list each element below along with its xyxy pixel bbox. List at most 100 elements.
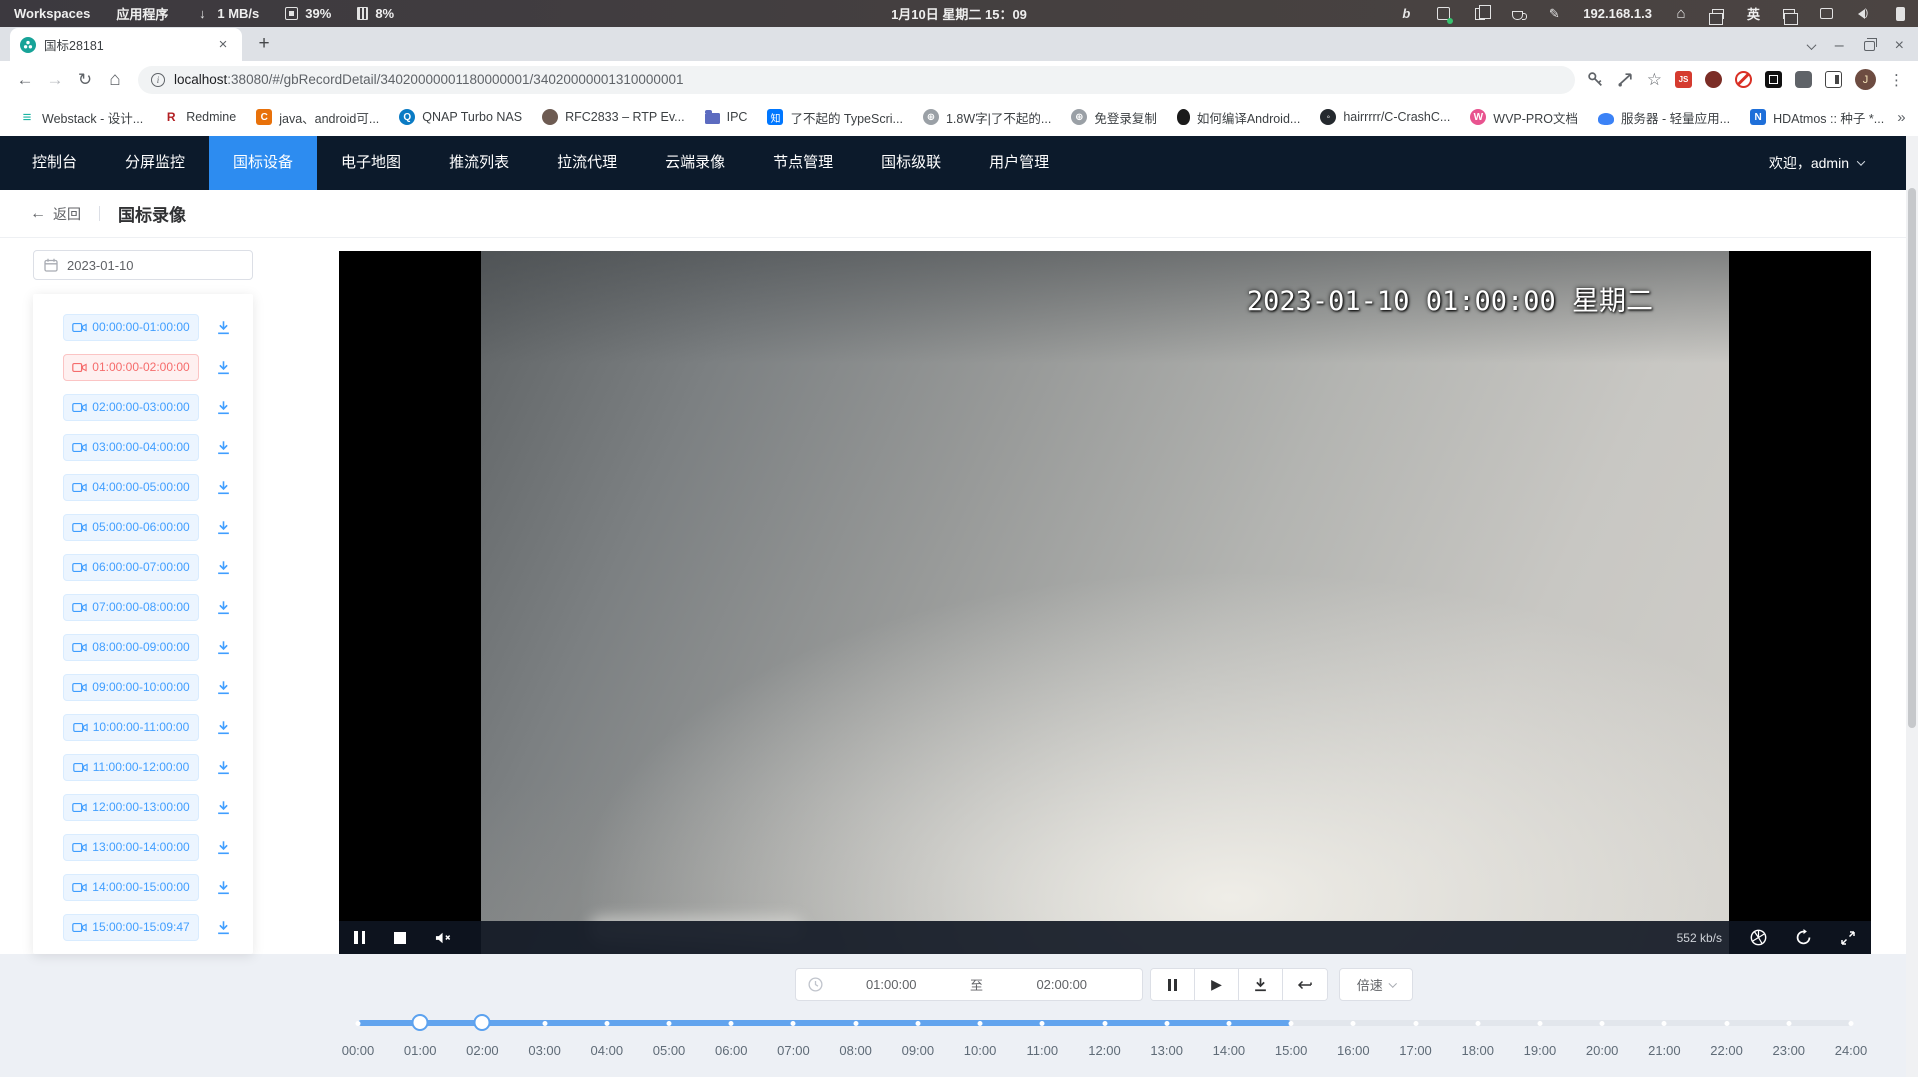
- new-tab-button[interactable]: +: [250, 30, 278, 58]
- nav-item[interactable]: 分屏监控: [101, 136, 209, 190]
- segment-download-button[interactable]: [216, 800, 231, 815]
- tab-close-button[interactable]: ×: [214, 36, 232, 54]
- page-scrollbar[interactable]: [1906, 136, 1918, 1077]
- player-mute-icon[interactable]: [435, 931, 452, 945]
- pause-button[interactable]: [1151, 969, 1195, 1000]
- ip-address-indicator[interactable]: 192.168.1.3: [1583, 6, 1652, 21]
- nav-item[interactable]: 拉流代理: [533, 136, 641, 190]
- nav-item[interactable]: 控制台: [8, 136, 101, 190]
- player-refresh-icon[interactable]: [1795, 929, 1812, 946]
- play-button[interactable]: ▶: [1195, 969, 1239, 1000]
- bookmark-free-copy[interactable]: ⊕免登录复制: [1064, 105, 1164, 130]
- segment-button[interactable]: 08:00:00-09:00:00: [63, 634, 199, 661]
- url-omnibox[interactable]: i localhost:38080/#/gbRecordDetail/34020…: [138, 66, 1575, 94]
- segment-download-button[interactable]: [216, 720, 231, 735]
- display-icon[interactable]: [1818, 6, 1834, 22]
- scrollbar-thumb[interactable]: [1908, 188, 1916, 728]
- bookmark-github-crash[interactable]: ◦hairrrrr/C-CrashC...: [1313, 106, 1457, 128]
- segment-button[interactable]: 03:00:00-04:00:00: [63, 434, 199, 461]
- nav-item[interactable]: 国标级联: [857, 136, 965, 190]
- side-panel-icon[interactable]: [1825, 71, 1842, 88]
- bookmark-qnap[interactable]: QQNAP Turbo NAS: [392, 106, 529, 128]
- segment-button[interactable]: 15:00:00-15:09:47: [63, 914, 199, 941]
- segment-download-button[interactable]: [216, 920, 231, 935]
- home-tray-icon[interactable]: ⌂: [1673, 6, 1689, 22]
- browser-tab[interactable]: 国标28181 ×: [10, 28, 242, 61]
- segment-download-button[interactable]: [216, 480, 231, 495]
- segment-download-button[interactable]: [216, 840, 231, 855]
- applications-button[interactable]: 应用程序: [116, 4, 168, 23]
- segment-download-button[interactable]: [216, 520, 231, 535]
- reload-icon[interactable]: ↻: [70, 65, 100, 95]
- segment-button[interactable]: 09:00:00-10:00:00: [63, 674, 199, 701]
- step-back-button[interactable]: [1283, 969, 1327, 1000]
- extension-drink-icon[interactable]: [1705, 71, 1722, 88]
- passwords-key-icon[interactable]: [1587, 71, 1604, 88]
- browser-menu-icon[interactable]: ⋮: [1889, 71, 1904, 89]
- segment-button[interactable]: 13:00:00-14:00:00: [63, 834, 199, 861]
- bookmark-compile-android[interactable]: 如何编译Android...: [1170, 105, 1308, 130]
- segment-button[interactable]: 06:00:00-07:00:00: [63, 554, 199, 581]
- extension-dark-reader-icon[interactable]: [1765, 71, 1782, 88]
- window-close-button[interactable]: ×: [1895, 37, 1904, 55]
- color-picker-tray-icon[interactable]: ✎: [1546, 6, 1562, 22]
- player-stop-button[interactable]: [394, 932, 406, 944]
- user-menu[interactable]: 欢迎，admin: [1769, 153, 1864, 173]
- window-minimize-button[interactable]: –: [1835, 37, 1844, 55]
- forward-nav-icon[interactable]: →: [40, 65, 70, 95]
- segment-button[interactable]: 05:00:00-06:00:00: [63, 514, 199, 541]
- workspaces-button[interactable]: Workspaces: [14, 6, 90, 21]
- timeline-start-handle[interactable]: [412, 1014, 429, 1031]
- segment-download-button[interactable]: [216, 320, 231, 335]
- bookmark-star-icon[interactable]: ☆: [1647, 70, 1662, 90]
- window-tile-icon[interactable]: [1781, 6, 1797, 22]
- cpu-usage-indicator[interactable]: 39%: [285, 6, 331, 21]
- extensions-puzzle-icon[interactable]: [1795, 71, 1812, 88]
- segment-download-button[interactable]: [216, 680, 231, 695]
- segment-button[interactable]: 02:00:00-03:00:00: [63, 394, 199, 421]
- clipboard-tray-icon[interactable]: [1472, 6, 1488, 22]
- nav-item[interactable]: 用户管理: [965, 136, 1073, 190]
- extension-js-icon[interactable]: JS: [1675, 71, 1692, 88]
- nav-item[interactable]: 节点管理: [749, 136, 857, 190]
- timeline-slider[interactable]: 00:0001:0002:0003:0004:0005:0006:0007:00…: [358, 1016, 1851, 1074]
- nav-item[interactable]: 国标设备: [209, 136, 317, 190]
- segment-button[interactable]: 10:00:00-11:00:00: [63, 714, 199, 741]
- end-time-value[interactable]: 02:00:00: [994, 977, 1131, 992]
- bookmark-webstack[interactable]: ≡Webstack - 设计...: [12, 105, 150, 130]
- bookmark-java-android[interactable]: Cjava、android可...: [249, 105, 386, 130]
- workspaces-tray-icon[interactable]: [1710, 6, 1726, 22]
- time-range-input[interactable]: 01:00:00 至 02:00:00: [795, 968, 1143, 1001]
- extension-blocker-icon[interactable]: [1735, 71, 1752, 88]
- back-nav-icon[interactable]: ←: [10, 65, 40, 95]
- network-speed-indicator[interactable]: ↓ 1 MB/s: [194, 6, 259, 22]
- memory-usage-indicator[interactable]: 8%: [357, 6, 394, 21]
- bookmark-hdatmos[interactable]: NHDAtmos :: 种子 *...: [1743, 105, 1891, 130]
- battery-icon[interactable]: [1892, 6, 1908, 22]
- share-icon[interactable]: [1617, 71, 1634, 88]
- segment-download-button[interactable]: [216, 600, 231, 615]
- browser-home-icon[interactable]: ⌂: [100, 65, 130, 95]
- timeline-end-handle[interactable]: [474, 1014, 491, 1031]
- segment-button[interactable]: 07:00:00-08:00:00: [63, 594, 199, 621]
- segment-download-button[interactable]: [216, 640, 231, 655]
- tab-search-chevron-icon[interactable]: [1806, 40, 1816, 50]
- segment-button[interactable]: 04:00:00-05:00:00: [63, 474, 199, 501]
- nav-item[interactable]: 推流列表: [425, 136, 533, 190]
- back-button[interactable]: ← 返回: [30, 204, 81, 224]
- segment-download-button[interactable]: [216, 400, 231, 415]
- nav-item[interactable]: 云端录像: [641, 136, 749, 190]
- bookmark-18w[interactable]: ⊕1.8W字|了不起的...: [916, 105, 1058, 130]
- segment-button[interactable]: 00:00:00-01:00:00: [63, 314, 199, 341]
- volume-icon[interactable]: ): [1855, 6, 1871, 22]
- site-info-icon[interactable]: i: [151, 73, 165, 87]
- date-picker-input[interactable]: 2023-01-10: [33, 250, 253, 280]
- screenshot-tray-icon[interactable]: [1435, 6, 1451, 22]
- segment-button[interactable]: 12:00:00-13:00:00: [63, 794, 199, 821]
- window-maximize-button[interactable]: [1864, 41, 1875, 51]
- segment-download-button[interactable]: [216, 440, 231, 455]
- segment-button[interactable]: 01:00:00-02:00:00: [63, 354, 199, 381]
- bookmark-ipc-folder[interactable]: IPC: [698, 107, 755, 127]
- bookmark-wvp-pro[interactable]: WWVP-PRO文档: [1463, 105, 1585, 130]
- bookmark-redmine[interactable]: RRedmine: [156, 106, 243, 128]
